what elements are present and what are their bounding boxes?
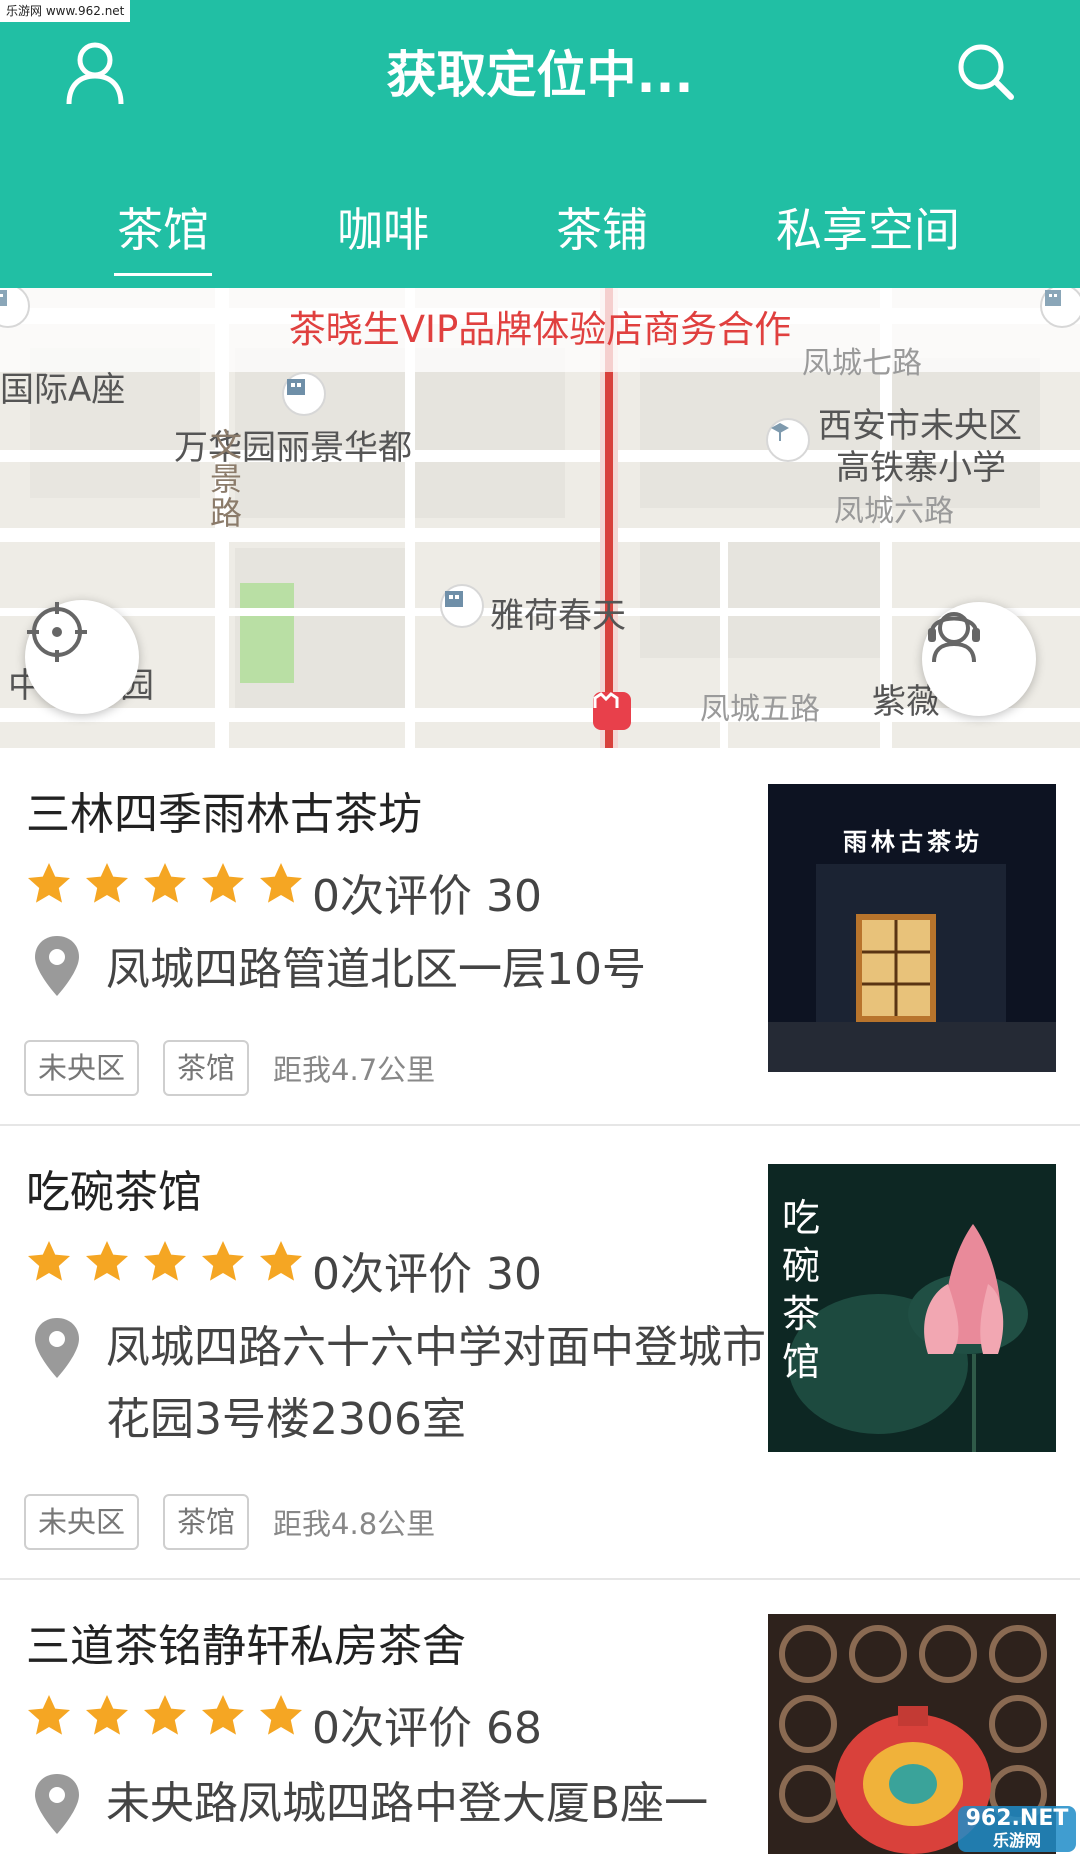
map-label-yahe: 雅荷春天: [490, 596, 626, 636]
district-tag: 未央区: [24, 1494, 140, 1550]
locate-button[interactable]: [25, 600, 139, 714]
star-icon: [260, 1695, 302, 1735]
shop-address: 未央路凤城四路中登大厦B座一: [106, 1778, 709, 1829]
photo-sign-text: 吃碗茶馆: [782, 1196, 821, 1384]
distance: 距我4.8公里: [273, 1507, 436, 1541]
photo-sign-text: 雨林古茶坊: [843, 828, 983, 856]
review-summary: 0次评价 68: [312, 1692, 542, 1756]
review-count: 0次评价: [312, 1703, 472, 1754]
map-label-fengcheng5: 凤城五路: [700, 692, 820, 727]
map-label-wenjing-road: 文景路: [210, 426, 243, 532]
star-icon: [202, 863, 244, 903]
watermark-bottom: 962.NET 乐游网: [958, 1806, 1076, 1852]
shop-name: 吃碗茶馆: [26, 1167, 202, 1218]
location-pin-icon: [35, 1774, 79, 1834]
star-icon: [144, 1695, 186, 1735]
watermark-sub: 乐游网: [992, 1831, 1041, 1850]
star-icon: [28, 1695, 70, 1735]
shop-name: 三林四季雨林古茶坊: [26, 789, 422, 840]
review-count: 0次评价: [312, 1249, 472, 1300]
school-icon: [766, 418, 810, 462]
review-summary: 0次评价 30: [312, 1238, 542, 1302]
star-icon: [202, 1241, 244, 1281]
star-icon: [260, 863, 302, 903]
shop-card[interactable]: 吃碗茶馆 0次评价 30 凤城四路六十六中学对面中登城市花园3号楼2306室 未…: [0, 1126, 1080, 1580]
rating-stars: [24, 1238, 314, 1286]
map-view[interactable]: 茶晓生VIP品牌体验店商务合作 国际A座 万华园丽景华都 凤城七路 西安市未央区…: [0, 288, 1080, 748]
search-button[interactable]: [940, 26, 1030, 116]
locate-icon: [27, 602, 87, 662]
category-tabs: 茶馆 咖啡 茶铺 私享空间: [0, 180, 1080, 288]
district-tag: 未央区: [24, 1040, 140, 1096]
star-icon: [86, 1241, 128, 1281]
user-button[interactable]: [50, 28, 140, 118]
shop-tags: 未央区 茶馆 距我4.8公里: [24, 1494, 435, 1550]
star-icon: [86, 863, 128, 903]
metro-icon: [593, 692, 631, 730]
star-icon: [86, 1695, 128, 1735]
star-icon: [28, 1241, 70, 1281]
user-icon: [66, 42, 124, 105]
map-label-intl-a: 国际A座: [0, 370, 126, 410]
shop-card[interactable]: 三林四季雨林古茶坊 0次评价 30 凤城四路管道北区一层10号 未央区 茶馆 距…: [0, 748, 1080, 1126]
star-icon: [202, 1695, 244, 1735]
location-pin-icon: [35, 1318, 79, 1378]
rating-stars: [24, 1692, 314, 1740]
building-icon: [440, 584, 484, 628]
star-icon: [144, 863, 186, 903]
review-summary: 0次评价 30: [312, 860, 542, 924]
page-title: 获取定位中...: [386, 46, 694, 104]
app-header: 获取定位中... 茶馆 咖啡 茶铺 私享空间: [0, 0, 1080, 288]
review-count: 0次评价: [312, 871, 472, 922]
tab-coffee[interactable]: 咖啡: [333, 190, 433, 270]
building-icon: [282, 372, 326, 416]
shop-photo: 雨林古茶坊: [768, 784, 1056, 1072]
customer-service-button[interactable]: [922, 602, 1036, 716]
tab-teahouse[interactable]: 茶馆: [114, 190, 212, 276]
category-tag: 茶馆: [163, 1040, 250, 1096]
tab-tea-shop[interactable]: 茶铺: [552, 190, 652, 270]
shop-card[interactable]: 三道茶铭静轩私房茶舍 0次评价 68 未央路凤城四路中登大厦B座一: [0, 1580, 1080, 1854]
map-label-fengcheng7: 凤城七路: [802, 346, 922, 381]
price: 30: [486, 1249, 542, 1300]
rating-stars: [24, 860, 314, 908]
watermark-top: 乐游网 www.962.net: [0, 0, 131, 22]
distance: 距我4.7公里: [273, 1053, 436, 1087]
map-label-school-line2: 高铁寨小学: [836, 448, 1006, 488]
price: 68: [486, 1703, 542, 1754]
location-pin-icon: [35, 936, 79, 996]
star-icon: [260, 1241, 302, 1281]
shop-photo: 吃碗茶馆: [768, 1164, 1056, 1452]
price: 30: [486, 871, 542, 922]
shop-name: 三道茶铭静轩私房茶舍: [26, 1621, 466, 1672]
star-icon: [28, 863, 70, 903]
shop-tags: 未央区 茶馆 距我4.7公里: [24, 1040, 435, 1096]
shop-address: 凤城四路管道北区一层10号: [106, 944, 646, 995]
shop-address: 凤城四路六十六中学对面中登城市花园3号楼2306室: [106, 1322, 766, 1445]
headset-icon: [928, 612, 980, 663]
building-icon: [1040, 288, 1080, 328]
star-icon: [144, 1241, 186, 1281]
category-tag: 茶馆: [163, 1494, 250, 1550]
watermark-logo: 962.NET: [965, 1806, 1069, 1831]
map-label-fengcheng6: 凤城六路: [834, 494, 954, 529]
tab-private-space[interactable]: 私享空间: [770, 190, 966, 270]
search-icon: [958, 44, 1014, 100]
